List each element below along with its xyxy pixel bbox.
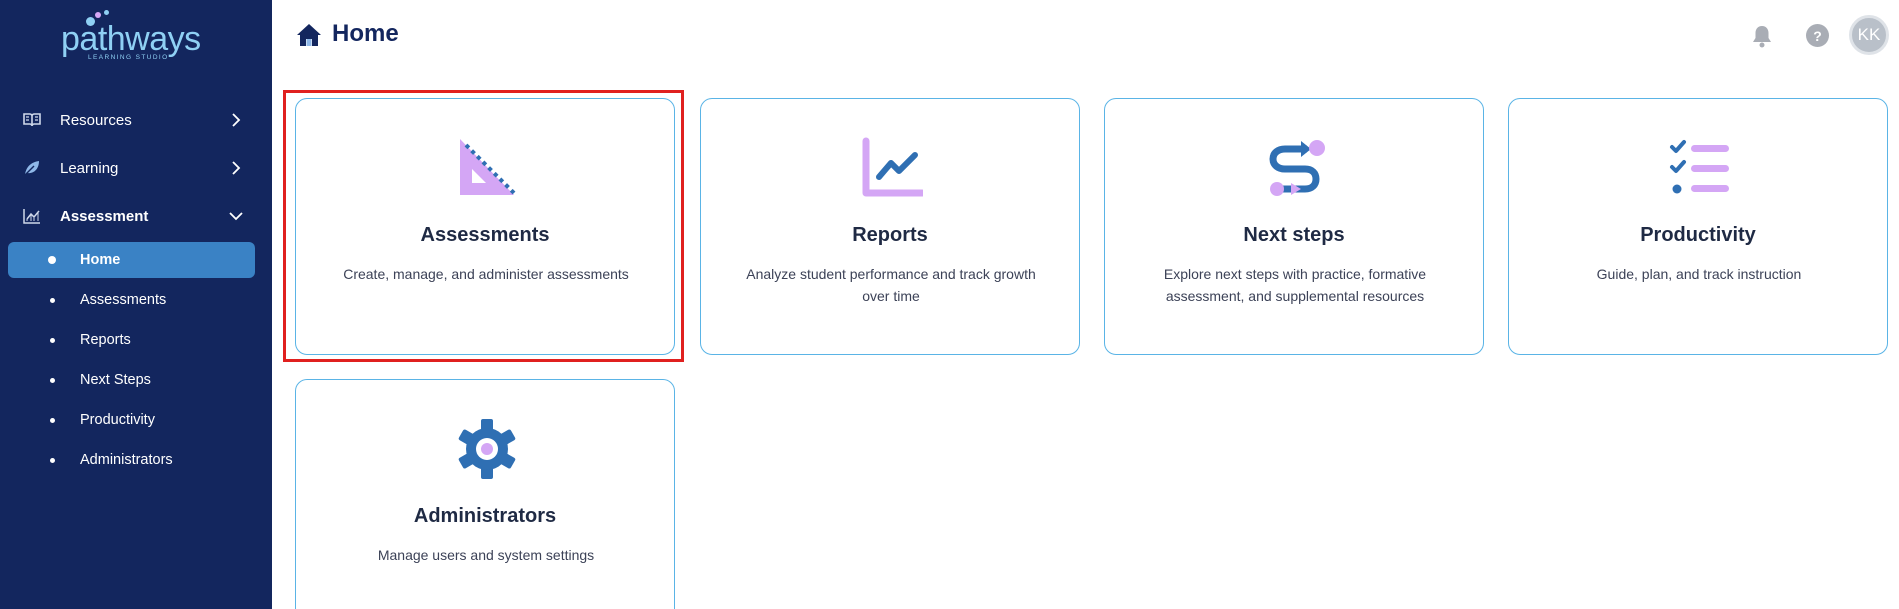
card-title: Administrators: [413, 505, 557, 527]
sidebar: pathways LEARNING STUDIO Resources Learn…: [0, 0, 272, 609]
logo-wordmark: pathways: [61, 20, 201, 58]
route-icon: [1269, 140, 1325, 196]
chevron-down-icon: [229, 212, 243, 221]
pathways-logo[interactable]: pathways LEARNING STUDIO: [58, 10, 208, 70]
avatar[interactable]: KK: [1849, 15, 1889, 55]
line-chart-icon: [862, 137, 923, 197]
sidebar-subitem-label: Next Steps: [80, 372, 151, 388]
card-next-steps[interactable]: Next steps Explore next steps with pract…: [1104, 98, 1484, 355]
sidebar-subitem-productivity[interactable]: Productivity: [8, 402, 255, 438]
sidebar-item-resources[interactable]: Resources: [0, 100, 272, 140]
home-icon: [297, 24, 321, 46]
page-title: Home: [332, 20, 399, 47]
bullet-icon: [50, 417, 55, 423]
card-description: Analyze student performance and track gr…: [746, 266, 1036, 304]
sidebar-subitem-administrators[interactable]: Administrators: [8, 442, 255, 478]
card-administrators[interactable]: Administrators Manage users and system s…: [295, 379, 675, 609]
chevron-right-icon: [232, 161, 241, 175]
sidebar-subitem-home[interactable]: Home: [8, 242, 255, 278]
sidebar-subitem-label: Reports: [80, 332, 131, 348]
book-open-icon: [22, 110, 42, 130]
checklist-icon: [1670, 140, 1729, 194]
leaf-icon: [22, 158, 42, 178]
bullet-icon: [50, 377, 55, 383]
card-description: Explore next steps with practice, format…: [1163, 266, 1427, 304]
sidebar-subitem-label: Administrators: [80, 452, 173, 468]
sidebar-item-label: Learning: [60, 159, 119, 177]
card-title: Next steps: [1243, 224, 1345, 246]
card-title: Productivity: [1640, 224, 1756, 246]
sidebar-subitem-next-steps[interactable]: Next Steps: [8, 362, 255, 398]
gear-icon: [458, 419, 516, 479]
chart-line-icon: [22, 206, 42, 226]
sidebar-item-label: Resources: [60, 111, 132, 129]
card-description: Guide, plan, and track instruction: [1596, 266, 1802, 282]
bullet-icon: [50, 457, 55, 463]
sidebar-item-assessment[interactable]: Assessment: [0, 196, 272, 236]
sidebar-subitem-label: Home: [80, 252, 121, 268]
sidebar-subitem-label: Assessments: [80, 292, 167, 308]
card-reports[interactable]: Reports Analyze student performance and …: [700, 98, 1080, 355]
logo-dot: [104, 10, 109, 15]
chevron-right-icon: [232, 113, 241, 127]
bullet-icon: [50, 337, 55, 343]
sidebar-item-label: Assessment: [60, 207, 149, 225]
sidebar-subitem-label: Productivity: [80, 412, 155, 428]
bullet-icon: [48, 256, 56, 264]
sidebar-subitem-reports[interactable]: Reports: [8, 322, 255, 358]
card-title: Reports: [852, 224, 928, 246]
card-productivity[interactable]: Productivity Guide, plan, and track inst…: [1508, 98, 1888, 355]
card-description: Manage users and system settings: [377, 547, 595, 563]
logo-dot: [95, 12, 101, 18]
sidebar-item-learning[interactable]: Learning: [0, 148, 272, 188]
logo-subtitle: LEARNING STUDIO: [88, 54, 169, 61]
selection-highlight: [283, 90, 684, 362]
sidebar-subitem-assessments[interactable]: Assessments: [8, 282, 255, 318]
bell-icon[interactable]: [1751, 24, 1773, 48]
bullet-icon: [50, 297, 55, 303]
help-icon[interactable]: ?: [1806, 24, 1829, 47]
